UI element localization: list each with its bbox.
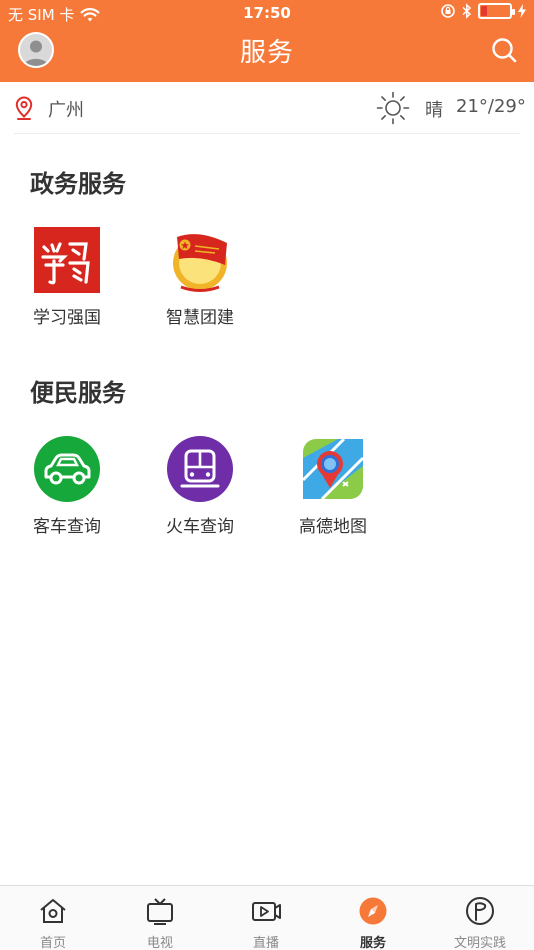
xuexi-qiangguo-icon — [34, 227, 100, 293]
tab-home[interactable]: 首页 — [0, 886, 106, 950]
tab-live[interactable]: 直播 — [213, 886, 319, 950]
weather-condition: 晴 — [425, 100, 443, 121]
search-icon[interactable] — [490, 36, 518, 64]
orientation-lock-icon — [441, 4, 455, 18]
tab-label: 电视 — [146, 936, 173, 950]
car-icon — [34, 436, 100, 502]
tv-icon — [147, 898, 173, 925]
amap-icon — [301, 437, 365, 501]
location-weather-bar: 广州 晴 21°/29° — [0, 82, 534, 134]
train-icon — [167, 436, 233, 502]
location-pin-icon — [15, 96, 33, 120]
tab-label: 首页 — [39, 936, 66, 950]
compass-icon — [359, 897, 387, 925]
app-header: 无 SIM 卡 17:50 服务 — [0, 0, 534, 82]
service-label: 客车查询 — [33, 517, 101, 537]
tab-label: 文明实践 — [453, 936, 506, 950]
service-amap[interactable]: 高德地图 — [283, 436, 383, 537]
tab-tv[interactable]: 电视 — [107, 886, 213, 950]
service-label: 火车查询 — [166, 517, 234, 537]
battery-indicator — [478, 3, 515, 19]
flag-circle-icon — [466, 897, 494, 925]
battery-fill — [481, 6, 487, 16]
section-title-government: 政务服务 — [30, 170, 126, 198]
nav-bar: 服务 — [0, 26, 534, 82]
home-icon — [40, 899, 66, 923]
service-coach-query[interactable]: 客车查询 — [17, 436, 117, 537]
charging-bolt-icon — [518, 4, 526, 18]
page-title: 服务 — [239, 38, 294, 68]
bottom-tab-bar: 首页 电视 直播 服务 文明实践 — [0, 885, 534, 950]
weather-temperature: 21°/29° — [456, 96, 526, 117]
tab-label: 直播 — [252, 936, 279, 950]
location-city[interactable]: 广州 — [48, 96, 84, 122]
service-youth-league[interactable]: 智慧团建 — [150, 227, 250, 328]
sunny-weather-icon — [376, 91, 410, 125]
tab-label: 服务 — [359, 936, 386, 950]
youth-league-icon — [173, 234, 227, 292]
tab-service[interactable]: 服务 — [320, 886, 426, 950]
status-bar: 无 SIM 卡 17:50 — [0, 0, 534, 26]
bluetooth-icon — [462, 3, 472, 19]
section-title-public-service: 便民服务 — [30, 379, 126, 407]
tab-civilization-practice[interactable]: 文明实践 — [427, 886, 533, 950]
service-train-query[interactable]: 火车查询 — [150, 436, 250, 537]
live-video-icon — [252, 902, 281, 921]
service-xuexi-qiangguo[interactable]: 学习强国 — [17, 227, 117, 328]
service-label: 智慧团建 — [166, 308, 234, 328]
service-label: 高德地图 — [299, 517, 367, 537]
divider — [14, 133, 520, 134]
service-label: 学习强国 — [33, 308, 101, 328]
